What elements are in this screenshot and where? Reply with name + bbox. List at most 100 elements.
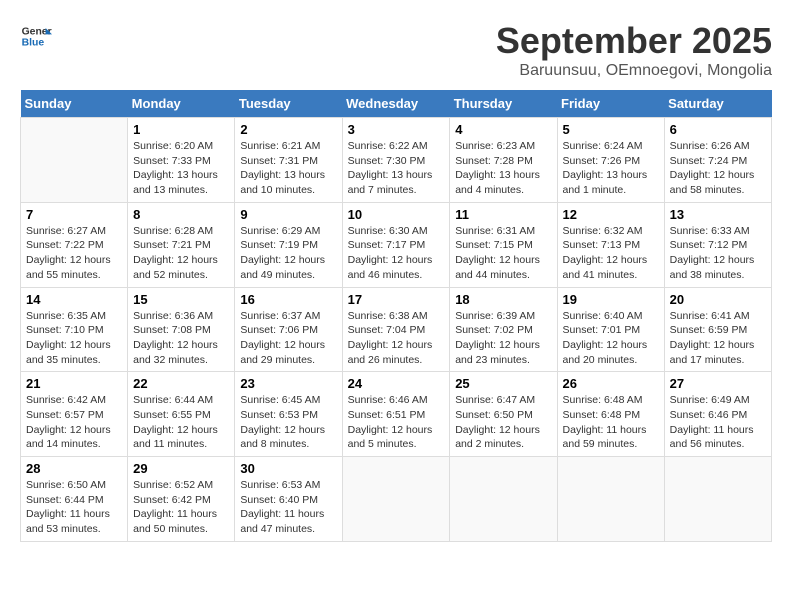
calendar-cell: 4 Sunrise: 6:23 AM Sunset: 7:28 PM Daylig… (450, 118, 557, 203)
day-info: Sunrise: 6:47 AM Sunset: 6:50 PM Dayligh… (455, 393, 551, 452)
logo: General Blue (20, 20, 52, 52)
calendar-cell: 9 Sunrise: 6:29 AM Sunset: 7:19 PM Daylig… (235, 202, 342, 287)
calendar-cell: 24 Sunrise: 6:46 AM Sunset: 6:51 PM Dayli… (342, 372, 450, 457)
calendar-cell: 20 Sunrise: 6:41 AM Sunset: 6:59 PM Dayli… (664, 287, 771, 372)
calendar-cell: 13 Sunrise: 6:33 AM Sunset: 7:12 PM Dayli… (664, 202, 771, 287)
day-number: 6 (670, 122, 766, 137)
day-number: 11 (455, 207, 551, 222)
day-info: Sunrise: 6:42 AM Sunset: 6:57 PM Dayligh… (26, 393, 122, 452)
calendar-cell: 8Sunrise: 6:28 AM Sunset: 7:21 PM Daylig… (128, 202, 235, 287)
day-number: 17 (348, 292, 445, 307)
day-number: 29 (133, 461, 229, 476)
day-info: Sunrise: 6:40 AM Sunset: 7:01 PM Dayligh… (563, 309, 659, 368)
day-number: 4 (455, 122, 551, 137)
day-number: 27 (670, 376, 766, 391)
header: General Blue September 2025 Baruunsuu, O… (20, 20, 772, 80)
day-info: Sunrise: 6:48 AM Sunset: 6:48 PM Dayligh… (563, 393, 659, 452)
day-number: 9 (240, 207, 336, 222)
calendar-cell: 6 Sunrise: 6:26 AM Sunset: 7:24 PM Daylig… (664, 118, 771, 203)
weekday-header-sunday: Sunday (21, 90, 128, 118)
day-info: Sunrise: 6:32 AM Sunset: 7:13 PM Dayligh… (563, 224, 659, 283)
weekday-header-saturday: Saturday (664, 90, 771, 118)
day-number: 24 (348, 376, 445, 391)
logo-icon: General Blue (20, 20, 52, 52)
day-info: Sunrise: 6:21 AM Sunset: 7:31 PM Dayligh… (240, 139, 336, 198)
calendar-cell: 30Sunrise: 6:53 AM Sunset: 6:40 PM Dayli… (235, 457, 342, 542)
day-number: 25 (455, 376, 551, 391)
calendar-cell (664, 457, 771, 542)
day-number: 26 (563, 376, 659, 391)
day-number: 10 (348, 207, 445, 222)
calendar-cell: 1 Sunrise: 6:20 AM Sunset: 7:33 PM Daylig… (128, 118, 235, 203)
week-row-4: 21 Sunrise: 6:42 AM Sunset: 6:57 PM Dayli… (21, 372, 772, 457)
calendar-cell: 12 Sunrise: 6:32 AM Sunset: 7:13 PM Dayli… (557, 202, 664, 287)
calendar-cell: 5Sunrise: 6:24 AM Sunset: 7:26 PM Daylig… (557, 118, 664, 203)
day-info: Sunrise: 6:41 AM Sunset: 6:59 PM Dayligh… (670, 309, 766, 368)
day-info: Sunrise: 6:20 AM Sunset: 7:33 PM Dayligh… (133, 139, 229, 198)
day-number: 15 (133, 292, 229, 307)
day-info: Sunrise: 6:26 AM Sunset: 7:24 PM Dayligh… (670, 139, 766, 198)
calendar-cell: 29Sunrise: 6:52 AM Sunset: 6:42 PM Dayli… (128, 457, 235, 542)
calendar-cell: 23Sunrise: 6:45 AM Sunset: 6:53 PM Dayli… (235, 372, 342, 457)
week-row-1: 1 Sunrise: 6:20 AM Sunset: 7:33 PM Daylig… (21, 118, 772, 203)
day-number: 12 (563, 207, 659, 222)
calendar-cell: 21 Sunrise: 6:42 AM Sunset: 6:57 PM Dayli… (21, 372, 128, 457)
day-number: 16 (240, 292, 336, 307)
calendar-cell: 26 Sunrise: 6:48 AM Sunset: 6:48 PM Dayli… (557, 372, 664, 457)
day-info: Sunrise: 6:39 AM Sunset: 7:02 PM Dayligh… (455, 309, 551, 368)
calendar-cell: 16 Sunrise: 6:37 AM Sunset: 7:06 PM Dayli… (235, 287, 342, 372)
day-number: 14 (26, 292, 122, 307)
calendar-cell (21, 118, 128, 203)
day-info: Sunrise: 6:44 AM Sunset: 6:55 PM Dayligh… (133, 393, 229, 452)
day-number: 18 (455, 292, 551, 307)
weekday-header-row: SundayMondayTuesdayWednesdayThursdayFrid… (21, 90, 772, 118)
day-info: Sunrise: 6:33 AM Sunset: 7:12 PM Dayligh… (670, 224, 766, 283)
calendar-cell: 11Sunrise: 6:31 AM Sunset: 7:15 PM Dayli… (450, 202, 557, 287)
calendar-cell (450, 457, 557, 542)
day-info: Sunrise: 6:35 AM Sunset: 7:10 PM Dayligh… (26, 309, 122, 368)
month-title: September 2025 (496, 20, 772, 62)
day-info: Sunrise: 6:50 AM Sunset: 6:44 PM Dayligh… (26, 478, 122, 537)
weekday-header-tuesday: Tuesday (235, 90, 342, 118)
calendar-table: SundayMondayTuesdayWednesdayThursdayFrid… (20, 90, 772, 542)
day-info: Sunrise: 6:36 AM Sunset: 7:08 PM Dayligh… (133, 309, 229, 368)
day-info: Sunrise: 6:24 AM Sunset: 7:26 PM Dayligh… (563, 139, 659, 198)
calendar-cell: 27 Sunrise: 6:49 AM Sunset: 6:46 PM Dayli… (664, 372, 771, 457)
day-number: 22 (133, 376, 229, 391)
calendar-cell: 28 Sunrise: 6:50 AM Sunset: 6:44 PM Dayli… (21, 457, 128, 542)
calendar-cell: 19 Sunrise: 6:40 AM Sunset: 7:01 PM Dayli… (557, 287, 664, 372)
day-number: 19 (563, 292, 659, 307)
calendar-cell: 17 Sunrise: 6:38 AM Sunset: 7:04 PM Dayli… (342, 287, 450, 372)
week-row-3: 14 Sunrise: 6:35 AM Sunset: 7:10 PM Dayli… (21, 287, 772, 372)
day-info: Sunrise: 6:49 AM Sunset: 6:46 PM Dayligh… (670, 393, 766, 452)
day-number: 21 (26, 376, 122, 391)
day-info: Sunrise: 6:38 AM Sunset: 7:04 PM Dayligh… (348, 309, 445, 368)
calendar-cell: 2Sunrise: 6:21 AM Sunset: 7:31 PM Daylig… (235, 118, 342, 203)
day-number: 13 (670, 207, 766, 222)
day-number: 28 (26, 461, 122, 476)
calendar-cell (557, 457, 664, 542)
day-info: Sunrise: 6:45 AM Sunset: 6:53 PM Dayligh… (240, 393, 336, 452)
day-number: 7 (26, 207, 122, 222)
week-row-5: 28 Sunrise: 6:50 AM Sunset: 6:44 PM Dayli… (21, 457, 772, 542)
weekday-header-thursday: Thursday (450, 90, 557, 118)
svg-text:Blue: Blue (22, 38, 45, 49)
calendar-cell: 22 Sunrise: 6:44 AM Sunset: 6:55 PM Dayli… (128, 372, 235, 457)
day-info: Sunrise: 6:23 AM Sunset: 7:28 PM Dayligh… (455, 139, 551, 198)
day-number: 8 (133, 207, 229, 222)
calendar-cell: 10Sunrise: 6:30 AM Sunset: 7:17 PM Dayli… (342, 202, 450, 287)
day-info: Sunrise: 6:46 AM Sunset: 6:51 PM Dayligh… (348, 393, 445, 452)
day-number: 30 (240, 461, 336, 476)
weekday-header-friday: Friday (557, 90, 664, 118)
calendar-cell: 7Sunrise: 6:27 AM Sunset: 7:22 PM Daylig… (21, 202, 128, 287)
calendar-cell (342, 457, 450, 542)
day-info: Sunrise: 6:29 AM Sunset: 7:19 PM Dayligh… (240, 224, 336, 283)
calendar-cell: 25 Sunrise: 6:47 AM Sunset: 6:50 PM Dayli… (450, 372, 557, 457)
calendar-cell: 14 Sunrise: 6:35 AM Sunset: 7:10 PM Dayli… (21, 287, 128, 372)
calendar-cell: 18 Sunrise: 6:39 AM Sunset: 7:02 PM Dayli… (450, 287, 557, 372)
day-info: Sunrise: 6:37 AM Sunset: 7:06 PM Dayligh… (240, 309, 336, 368)
day-number: 1 (133, 122, 229, 137)
weekday-header-monday: Monday (128, 90, 235, 118)
day-number: 20 (670, 292, 766, 307)
week-row-2: 7Sunrise: 6:27 AM Sunset: 7:22 PM Daylig… (21, 202, 772, 287)
